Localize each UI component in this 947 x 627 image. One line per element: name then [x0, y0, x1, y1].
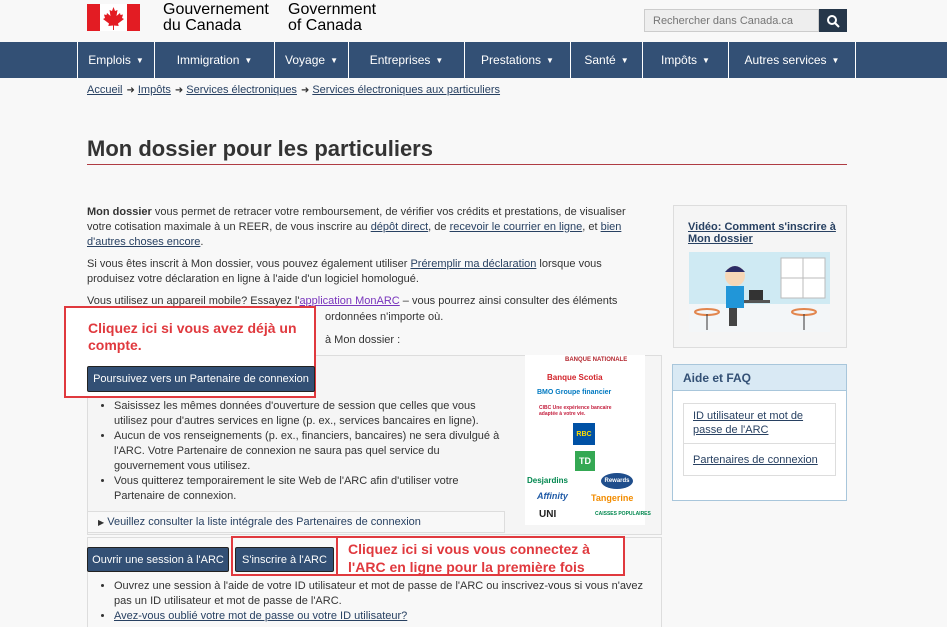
callout-text: Cliquez ici si vous avez déjà un compte.: [88, 320, 297, 353]
title-divider: [87, 164, 847, 165]
menu-item-impots[interactable]: Impôts ▼: [642, 42, 728, 78]
logo-rbc: RBC: [573, 423, 595, 445]
menu-label: Voyage: [285, 53, 326, 67]
callout-text: Cliquez ici si vous vous connectez à l'A…: [348, 541, 590, 575]
logo-desjardins: Desjardins: [527, 476, 568, 485]
signature-english[interactable]: Government of Canada: [288, 2, 376, 34]
logo-national-bank: BANQUE NATIONALE: [565, 357, 628, 363]
chevron-down-icon: ▼: [135, 55, 144, 65]
list-item: Saisissez les mêmes données d'ouverture …: [114, 399, 508, 429]
page-title: Mon dossier pour les particuliers: [87, 136, 433, 161]
arrow-right-icon: ➜: [126, 85, 135, 96]
search-input[interactable]: [644, 9, 819, 32]
video-thumbnail[interactable]: [689, 252, 830, 332]
logo-bmo: BMO Groupe financier: [537, 389, 612, 396]
menu-item-entreprises[interactable]: Entreprises ▼: [348, 42, 464, 78]
menu-item-emplois[interactable]: Emplois ▼: [77, 42, 154, 78]
breadcrumb-link[interactable]: Services électroniques: [186, 84, 297, 96]
breadcrumb-link[interactable]: Accueil: [87, 84, 122, 96]
chevron-down-icon: ▼: [702, 55, 710, 65]
breadcrumb-link[interactable]: Services électroniques aux particuliers: [312, 84, 500, 96]
menu-item-prestations[interactable]: Prestations ▼: [464, 42, 570, 78]
menu-label: Emplois: [88, 53, 131, 67]
direct-deposit-link[interactable]: dépôt direct: [371, 221, 428, 233]
search-button[interactable]: [819, 9, 847, 32]
section-intro-text: à Mon dossier :: [325, 334, 401, 346]
menu-label: Impôts: [661, 53, 698, 67]
cra-login-button[interactable]: Ouvrir une session à l'ARC: [87, 547, 229, 572]
mobile-text-tail: ordonnées n'importe où.: [325, 311, 444, 323]
chevron-down-icon: ▼: [244, 55, 253, 65]
intro-bold: Mon dossier: [87, 206, 152, 218]
menu-item-immigration[interactable]: Immigration ▼: [154, 42, 274, 78]
logo-rewards: Rewards: [601, 473, 633, 489]
signature-french[interactable]: Gouvernement du Canada: [163, 2, 269, 34]
logo-tangerine: Tangerine: [591, 493, 634, 503]
canada-flag-icon[interactable]: [87, 4, 140, 31]
intro-text: .: [200, 236, 204, 248]
register-highlight-box: [231, 536, 338, 576]
prefill-text: Si vous êtes inscrit à Mon dossier, vous…: [87, 258, 411, 270]
signature-line: Gouvernement: [163, 1, 269, 18]
faq-divider: [684, 443, 835, 444]
menu-label: Prestations: [481, 53, 542, 67]
breadcrumb: Accueil ➜ Impôts ➜ Services électroniques ➜ Se…: [87, 84, 500, 96]
site-header: Gouvernement du Canada Government of Can…: [0, 0, 947, 42]
list-item: Aucun de vos renseignements (p. ex., fin…: [114, 429, 508, 474]
signature-line: Government: [288, 1, 377, 18]
faq-title: Aide et FAQ: [672, 364, 847, 391]
logo-affinity: Affinity: [537, 491, 568, 501]
arrow-right-icon: ➜: [174, 85, 184, 96]
chevron-down-icon: ▼: [546, 55, 554, 65]
chevron-down-icon: ▼: [831, 55, 840, 65]
logo-td: TD: [575, 451, 595, 471]
menu-item-autres-services[interactable]: Autres services ▼: [728, 42, 856, 78]
logo-uni: UNI: [539, 509, 557, 520]
cra-bullet-list: Ouvrez une session à l'aide de votre ID …: [88, 579, 658, 624]
intro-text: , et: [582, 221, 601, 233]
faq-link-partners[interactable]: Partenaires de connexion: [693, 453, 823, 467]
chevron-down-icon: ▼: [435, 55, 444, 65]
logo-cibc: CIBC Une expérience bancaire adaptée à v…: [539, 405, 612, 417]
menu-label: Santé: [584, 53, 616, 67]
video-title-link[interactable]: Vidéo: Comment s'inscrire à Mon dossier: [688, 221, 838, 245]
search-icon: [827, 14, 840, 28]
faq-link-userid[interactable]: ID utilisateur et mot de passe de l'ARC: [693, 409, 823, 437]
details-summary: Veuillez consulter la liste intégrale de…: [107, 516, 421, 528]
sign-in-partner-button-overlay[interactable]: Poursuivez vers un Partenaire de connexi…: [87, 366, 315, 392]
partners-details-toggle[interactable]: ▶ Veuillez consulter la liste intégrale …: [87, 511, 505, 533]
breadcrumb-link[interactable]: Impôts: [138, 84, 171, 96]
logo-caisses: CAISSES POPULAIRES: [595, 511, 651, 517]
list-item: Vous quitterez temporairement le site We…: [114, 474, 508, 504]
signature-line: du Canada: [163, 17, 242, 34]
online-mail-link[interactable]: recevoir le courrier en ligne: [450, 221, 583, 233]
menu-item-sante[interactable]: Santé ▼: [570, 42, 642, 78]
menu-label: Immigration: [176, 53, 240, 67]
menu-label: Autres services: [744, 53, 827, 67]
triangle-right-icon: ▶: [98, 518, 105, 527]
forgot-credentials-link[interactable]: Avez-vous oublié votre mot de passe ou v…: [114, 610, 407, 622]
menu-item-voyage[interactable]: Voyage ▼: [274, 42, 348, 78]
callout-first-time: Cliquez ici si vous vous connectez à l'A…: [336, 536, 625, 576]
logo-scotia: Banque Scotia: [547, 373, 603, 382]
intro-paragraph: Mon dossier vous permet de retracer votr…: [87, 205, 652, 250]
menu-label: Entreprises: [369, 53, 431, 67]
list-item: Avez-vous oublié votre mot de passe ou v…: [114, 609, 658, 624]
chevron-down-icon: ▼: [620, 55, 629, 65]
partner-bullet-list: Saisissez les mêmes données d'ouverture …: [88, 399, 508, 504]
main-menu: Emplois ▼ Immigration ▼ Voyage ▼ Entreprise…: [0, 42, 947, 78]
prefill-link[interactable]: Préremplir ma déclaration: [410, 258, 536, 270]
arrow-right-icon: ➜: [300, 85, 310, 96]
signature-line: of Canada: [288, 17, 362, 34]
intro-text: , de: [428, 221, 450, 233]
prefill-paragraph: Si vous êtes inscrit à Mon dossier, vous…: [87, 257, 652, 287]
chevron-down-icon: ▼: [330, 55, 338, 65]
partner-logos: BANQUE NATIONALE Banque Scotia BMO Group…: [525, 355, 651, 525]
list-item: Ouvrez une session à l'aide de votre ID …: [114, 579, 658, 609]
